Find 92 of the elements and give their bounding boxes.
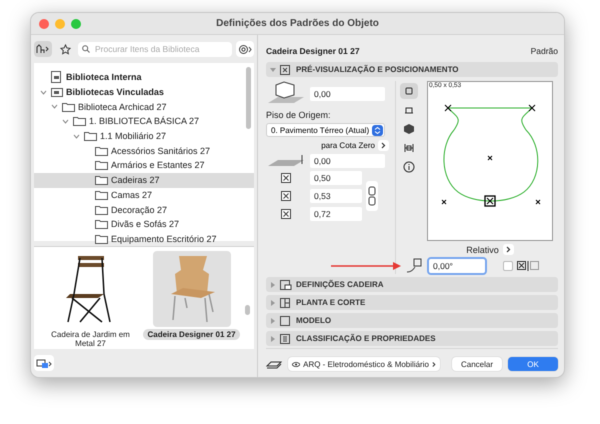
folder-icon bbox=[95, 146, 108, 156]
mode-label: Relativo bbox=[466, 244, 499, 254]
tree-item[interactable]: Acessórios Sanitários 27 bbox=[34, 143, 254, 158]
tree-item[interactable]: Biblioteca Archicad 27 bbox=[34, 99, 254, 114]
dimension-field[interactable]: 0,72 bbox=[310, 207, 362, 221]
disclosure-triangle-icon[interactable] bbox=[270, 318, 276, 324]
gallery-item[interactable]: Cadeira de Jardim em Metal 27 bbox=[42, 251, 139, 349]
depth-icon bbox=[279, 189, 293, 203]
section-icon bbox=[280, 280, 292, 290]
cancel-button[interactable]: Cancelar bbox=[452, 357, 502, 371]
section-header[interactable]: PLANTA E CORTE bbox=[266, 295, 558, 310]
floor-dropdown[interactable]: 0. Pavimento Térreo (Atual) bbox=[266, 123, 385, 137]
chevron-down-icon[interactable] bbox=[62, 118, 69, 124]
library-view-button[interactable] bbox=[34, 41, 52, 57]
view-icon bbox=[403, 85, 415, 97]
info-icon bbox=[403, 161, 415, 173]
floor-label: Piso de Origem: bbox=[266, 110, 332, 120]
settings-button[interactable] bbox=[236, 41, 254, 57]
disclosure-triangle-icon[interactable] bbox=[270, 282, 276, 288]
close-button[interactable] bbox=[39, 18, 49, 28]
layer-dropdown[interactable]: ARQ - Eletrodoméstico & Mobiliário bbox=[288, 357, 440, 371]
ok-button[interactable]: OK bbox=[508, 357, 558, 371]
disclosure-triangle-icon[interactable] bbox=[270, 300, 276, 306]
mirror-checkbox[interactable] bbox=[503, 261, 513, 271]
folder-icon bbox=[95, 160, 108, 170]
folder-icon bbox=[62, 102, 75, 112]
chevron-down-icon[interactable] bbox=[40, 90, 47, 95]
angle-field[interactable]: 0,00° bbox=[429, 259, 485, 273]
folder-icon bbox=[95, 190, 108, 200]
section-icon bbox=[280, 64, 292, 74]
settings-label: Padrão bbox=[530, 46, 558, 56]
disclosure-triangle-icon[interactable] bbox=[270, 66, 276, 72]
tree-item[interactable]: Cadeiras 27 bbox=[34, 172, 254, 188]
tree-item[interactable]: Armários e Estantes 27 bbox=[34, 158, 254, 173]
folder-icon bbox=[84, 131, 97, 142]
tree-item[interactable]: Camas 27 bbox=[34, 188, 254, 202]
item-caption: Cadeira de Jardim em Metal 27 bbox=[50, 329, 131, 349]
folder-icon bbox=[95, 204, 108, 215]
chevron-right-button[interactable] bbox=[378, 140, 389, 151]
scrollbar-thumb[interactable] bbox=[246, 67, 251, 129]
annotation-arrow bbox=[331, 262, 401, 270]
tree-item[interactable]: Decoração 27 bbox=[34, 202, 254, 217]
view-icon bbox=[403, 142, 415, 154]
stepper-icon bbox=[372, 124, 383, 136]
section-icon bbox=[280, 334, 292, 344]
mirror-icon bbox=[517, 261, 539, 271]
chevron-right-icon bbox=[381, 142, 386, 149]
section-icon bbox=[280, 298, 292, 308]
eye-icon bbox=[292, 360, 300, 368]
chevron-right-icon bbox=[506, 246, 511, 253]
section-header[interactable]: CLASSIFICAÇÃO E PROPRIEDADES bbox=[266, 331, 558, 346]
zero-elevation-link[interactable]: para Cota Zero bbox=[321, 141, 375, 150]
dimension-field[interactable]: 0,50 bbox=[310, 171, 362, 185]
disclosure-triangle-icon[interactable] bbox=[270, 336, 276, 342]
tree-item[interactable]: Biblioteca Interna bbox=[34, 70, 254, 85]
chevron-right-button[interactable] bbox=[502, 244, 514, 255]
chevron-right-icon bbox=[432, 360, 436, 368]
search-field[interactable]: Procurar Itens da Biblioteca bbox=[93, 43, 228, 55]
view-button[interactable] bbox=[400, 83, 418, 99]
view-icon bbox=[403, 123, 415, 135]
folder-icon bbox=[73, 116, 86, 126]
section-header[interactable]: DEFINIÇÕES CADEIRA bbox=[266, 277, 558, 292]
chevron-down-icon[interactable] bbox=[51, 104, 58, 110]
library-manager-button[interactable] bbox=[34, 355, 54, 371]
chain-link-icon[interactable] bbox=[366, 181, 378, 211]
tree-item[interactable]: Equipamento Escritório 27 bbox=[34, 232, 254, 246]
item-caption: Cadeira Designer 01 27 bbox=[143, 329, 240, 340]
search-box[interactable]: Procurar Itens da Biblioteca bbox=[78, 42, 232, 56]
folder-icon bbox=[95, 175, 108, 186]
library-icon bbox=[51, 71, 63, 84]
tree-item[interactable]: 1.1 Mobiliário 27 bbox=[34, 128, 254, 144]
tree-item[interactable]: 1. BIBLIOTECA BÁSICA 27 bbox=[34, 114, 254, 129]
dimension-field[interactable]: 0,53 bbox=[310, 189, 362, 203]
width-icon bbox=[279, 171, 293, 185]
folder-icon bbox=[95, 219, 108, 230]
section-icon bbox=[280, 316, 292, 326]
search-icon bbox=[82, 45, 90, 53]
zero-elevation-icon bbox=[266, 154, 306, 168]
elevation-field[interactable]: 0,00 bbox=[310, 87, 385, 101]
zoom-button[interactable] bbox=[71, 18, 81, 28]
object-name: Cadeira Designer 01 27 bbox=[266, 46, 360, 56]
section-header[interactable]: MODELO bbox=[266, 313, 558, 328]
tree-item[interactable]: Bibliotecas Vinculadas bbox=[34, 84, 254, 100]
library-icon bbox=[51, 86, 63, 98]
height-icon bbox=[279, 207, 293, 221]
chevron-down-icon[interactable] bbox=[73, 134, 80, 139]
section-header[interactable]: PRÉ-VISUALIZAÇÃO E POSICIONAMENTO bbox=[266, 62, 558, 77]
scrollbar-thumb[interactable] bbox=[245, 305, 250, 315]
elevation-field[interactable]: 0,00 bbox=[310, 154, 385, 168]
gallery-item[interactable]: Cadeira Designer 01 27 bbox=[143, 251, 240, 349]
tree-item[interactable]: Divãs e Sofás 27 bbox=[34, 216, 254, 232]
window-title: Definições dos Padrões do Objeto bbox=[215, 18, 380, 29]
